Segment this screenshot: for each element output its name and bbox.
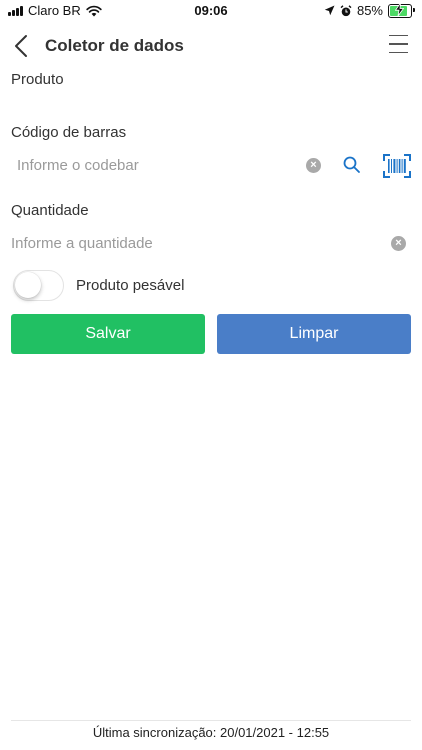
search-icon[interactable] — [342, 155, 362, 175]
barcode-input[interactable] — [17, 152, 297, 178]
barcode-label: Código de barras — [11, 124, 127, 141]
hamburger-menu-icon[interactable] — [389, 35, 408, 54]
weighable-label: Produto pesável — [76, 277, 185, 294]
quantity-label: Quantidade — [11, 202, 89, 219]
footer-divider — [11, 720, 411, 721]
barcode-clear-icon[interactable]: × — [306, 158, 321, 173]
back-chevron-icon[interactable] — [12, 34, 30, 58]
product-label: Produto — [11, 71, 64, 88]
clear-button[interactable]: Limpar — [217, 314, 411, 354]
battery-percent: 85% — [356, 3, 383, 18]
quantity-field: × — [11, 230, 411, 256]
barcode-field: × — [11, 152, 411, 178]
page-title: Coletor de dados — [45, 36, 184, 55]
save-button[interactable]: Salvar — [11, 314, 205, 354]
location-arrow-icon — [324, 5, 335, 16]
barcode-scanner-icon[interactable] — [383, 154, 411, 178]
battery-level-fill — [390, 2, 407, 16]
status-bar-right: 85% — [324, 2, 415, 18]
toggle-knob — [15, 272, 41, 298]
quantity-input[interactable] — [11, 230, 371, 256]
charging-bolt-icon — [395, 2, 404, 16]
status-bar: Claro BR 09:06 85% — [0, 0, 422, 22]
alarm-clock-icon — [340, 4, 352, 16]
screen: Claro BR 09:06 85% Coletor de dados Prod… — [0, 0, 422, 750]
battery-icon — [388, 2, 415, 18]
last-sync-text: Última sincronização: 20/01/2021 - 12:55 — [92, 725, 330, 740]
quantity-clear-icon[interactable]: × — [391, 236, 406, 251]
weighable-toggle[interactable] — [13, 270, 64, 301]
